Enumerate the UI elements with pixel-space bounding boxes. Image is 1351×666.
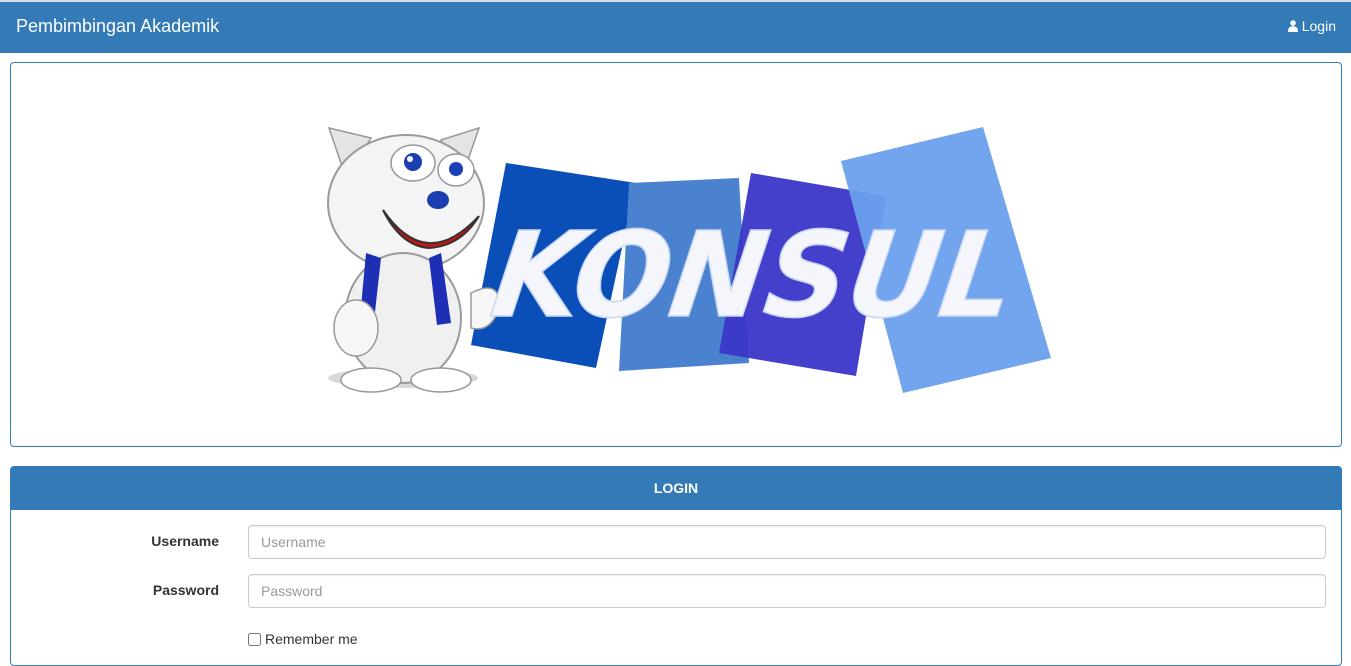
konsul-logo-text: KONSUL — [484, 207, 1023, 344]
konsul-logo: KONSUL — [327, 126, 1051, 393]
login-panel-heading: LOGIN — [11, 467, 1341, 510]
brand-link[interactable]: Pembimbingan Akademik — [16, 16, 219, 37]
login-panel: LOGIN Username Password Remember me — [10, 466, 1342, 666]
password-label: Password — [152, 582, 219, 598]
password-row: Password — [11, 574, 1341, 608]
password-input[interactable] — [248, 574, 1326, 608]
remember-me-checkbox[interactable] — [248, 632, 261, 646]
username-input[interactable] — [248, 525, 1326, 559]
banner-panel: KONSUL — [10, 62, 1342, 447]
username-label: Username — [151, 533, 219, 549]
cat-mascot — [327, 126, 500, 393]
nav-login-label: Login — [1301, 18, 1336, 34]
remember-me-label: Remember me — [265, 631, 358, 647]
top-navbar: Pembimbingan Akademik Login — [0, 0, 1351, 53]
nav-login-link[interactable]: Login — [1287, 18, 1336, 34]
remember-me-row: Remember me — [248, 631, 358, 647]
username-row: Username — [11, 525, 1341, 559]
user-icon — [1287, 20, 1298, 32]
